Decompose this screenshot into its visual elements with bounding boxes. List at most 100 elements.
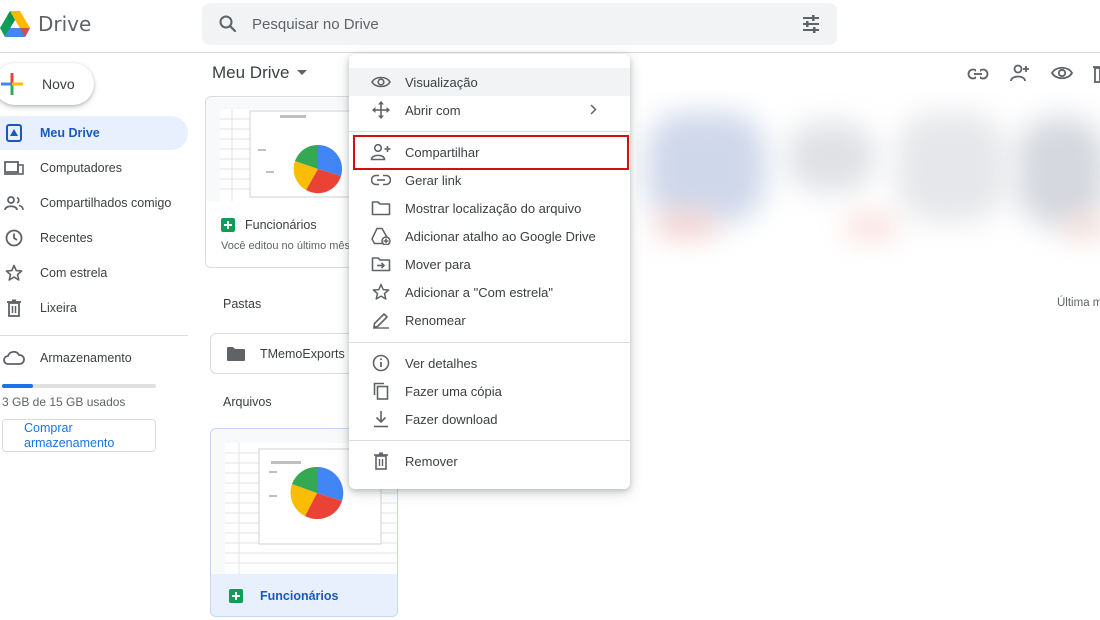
sidebar-item-trash[interactable]: Lixeira: [0, 291, 188, 325]
page-title[interactable]: Meu Drive: [212, 63, 308, 83]
menu-divider: [349, 440, 630, 441]
trash-icon[interactable]: [1093, 63, 1100, 83]
file-name: Funcionários: [245, 218, 317, 232]
menu-divider: [349, 131, 630, 132]
sidebar-item-label: Com estrela: [40, 266, 108, 280]
download-icon: [370, 410, 392, 428]
menu-item-rename[interactable]: Renomear: [349, 306, 630, 334]
files-section-label: Arquivos: [223, 395, 272, 409]
page-title-text: Meu Drive: [212, 63, 290, 82]
file-name: Funcionários: [260, 589, 339, 603]
menu-item-label: Abrir com: [405, 102, 461, 118]
copy-icon: [370, 382, 392, 400]
pencil-icon: [370, 311, 392, 329]
plus-icon: [0, 72, 24, 96]
suggested-file-card[interactable]: Funcionários Você editou no último mês: [205, 96, 355, 268]
file-thumbnail: [206, 97, 354, 201]
menu-item-label: Gerar link: [405, 172, 462, 188]
search-icon[interactable]: [218, 14, 238, 34]
sidebar-item-label: Recentes: [40, 231, 93, 245]
folder-icon: [226, 346, 246, 362]
drive-logo[interactable]: Drive: [0, 6, 91, 42]
menu-item-label: Mostrar localização do arquivo: [405, 200, 582, 216]
storage-progress-fill: [2, 384, 33, 388]
add-shortcut-icon: [370, 227, 392, 245]
clock-icon: [2, 229, 26, 247]
menu-item-open-with[interactable]: Abrir com: [349, 96, 630, 124]
menu-item-download[interactable]: Fazer download: [349, 405, 630, 433]
chevron-right-icon: [590, 104, 597, 115]
link-icon[interactable]: [967, 64, 989, 84]
storage-usage-text: 3 GB de 15 GB usados: [2, 395, 126, 409]
app-name: Drive: [38, 12, 92, 36]
buy-storage-button[interactable]: Comprar armazenamento: [2, 419, 156, 452]
my-drive-icon: [2, 124, 26, 142]
menu-item-label: Renomear: [405, 312, 466, 328]
info-icon: [370, 354, 392, 372]
share-highlight-box: [353, 135, 629, 170]
search-options-icon[interactable]: [801, 15, 821, 33]
menu-item-get-link[interactable]: Gerar link: [349, 166, 630, 194]
menu-item-move-to[interactable]: Mover para: [349, 250, 630, 278]
sidebar-item-shared[interactable]: Compartilhados comigo: [0, 186, 188, 220]
sidebar-item-label: Compartilhados comigo: [40, 196, 172, 210]
sidebar-item-recent[interactable]: Recentes: [0, 221, 188, 255]
folder-icon: [370, 200, 392, 216]
sort-label[interactable]: Última m: [1057, 297, 1100, 309]
menu-item-details[interactable]: Ver detalhes: [349, 349, 630, 377]
sidebar-item-computers[interactable]: Computadores: [0, 151, 188, 185]
sidebar-item-label: Computadores: [40, 161, 122, 175]
menu-item-add-star[interactable]: Adicionar a "Com estrela": [349, 278, 630, 306]
file-title-row: Funcionários: [221, 218, 317, 232]
menu-item-label: Ver detalhes: [405, 355, 478, 371]
folders-section-label: Pastas: [223, 297, 262, 311]
google-drive-icon: [0, 11, 30, 37]
add-person-icon[interactable]: [1009, 63, 1031, 83]
menu-item-label: Visualização: [405, 74, 478, 90]
header-divider: [0, 52, 1100, 53]
menu-item-label: Fazer download: [405, 411, 498, 427]
people-icon: [2, 195, 26, 211]
trash-icon: [370, 452, 392, 470]
sidebar-item-my-drive[interactable]: Meu Drive: [0, 116, 188, 150]
sidebar-item-label: Lixeira: [40, 301, 77, 315]
star-icon: [2, 264, 26, 282]
menu-item-make-copy[interactable]: Fazer uma cópia: [349, 377, 630, 405]
sidebar-item-label: Meu Drive: [40, 126, 100, 140]
menu-item-label: Adicionar atalho ao Google Drive: [405, 228, 596, 244]
menu-item-show-location[interactable]: Mostrar localização do arquivo: [349, 194, 630, 222]
trash-icon: [2, 299, 26, 317]
search-bar[interactable]: [202, 3, 837, 45]
menu-item-label: Fazer uma cópia: [405, 383, 502, 399]
move-arrows-icon: [370, 101, 392, 119]
menu-divider: [349, 342, 630, 343]
new-button[interactable]: Novo: [0, 63, 94, 105]
menu-item-label: Mover para: [405, 256, 471, 272]
new-button-label: Novo: [42, 76, 75, 92]
star-icon: [370, 283, 392, 301]
folder-name: TMemoExports: [260, 346, 345, 361]
menu-item-add-shortcut[interactable]: Adicionar atalho ao Google Drive: [349, 222, 630, 250]
cloud-icon: [2, 350, 26, 366]
file-subtitle: Você editou no último mês: [221, 240, 351, 252]
computer-icon: [2, 160, 26, 176]
folder-card[interactable]: TMemoExports: [210, 333, 355, 374]
eye-icon: [370, 75, 392, 89]
menu-item-preview[interactable]: Visualização: [349, 68, 630, 96]
sidebar-item-starred[interactable]: Com estrela: [0, 256, 188, 290]
blurred-suggestions: [636, 92, 1100, 275]
storage-progress-bar: [2, 384, 156, 388]
menu-item-label: Remover: [405, 453, 458, 469]
file-title-row: Funcionários: [211, 574, 397, 616]
google-sheets-icon: [221, 218, 235, 232]
sidebar-item-storage[interactable]: Armazenamento: [0, 341, 188, 375]
google-sheets-icon: [229, 589, 243, 603]
search-input[interactable]: [252, 15, 772, 33]
context-menu: Visualização Abrir com Compartilhar Gera…: [349, 54, 630, 489]
storage-label: Armazenamento: [40, 351, 132, 365]
eye-icon[interactable]: [1051, 65, 1073, 81]
sidebar-divider: [0, 335, 188, 336]
menu-item-remove[interactable]: Remover: [349, 447, 630, 475]
link-icon: [370, 174, 392, 186]
menu-item-label: Adicionar a "Com estrela": [405, 284, 553, 300]
